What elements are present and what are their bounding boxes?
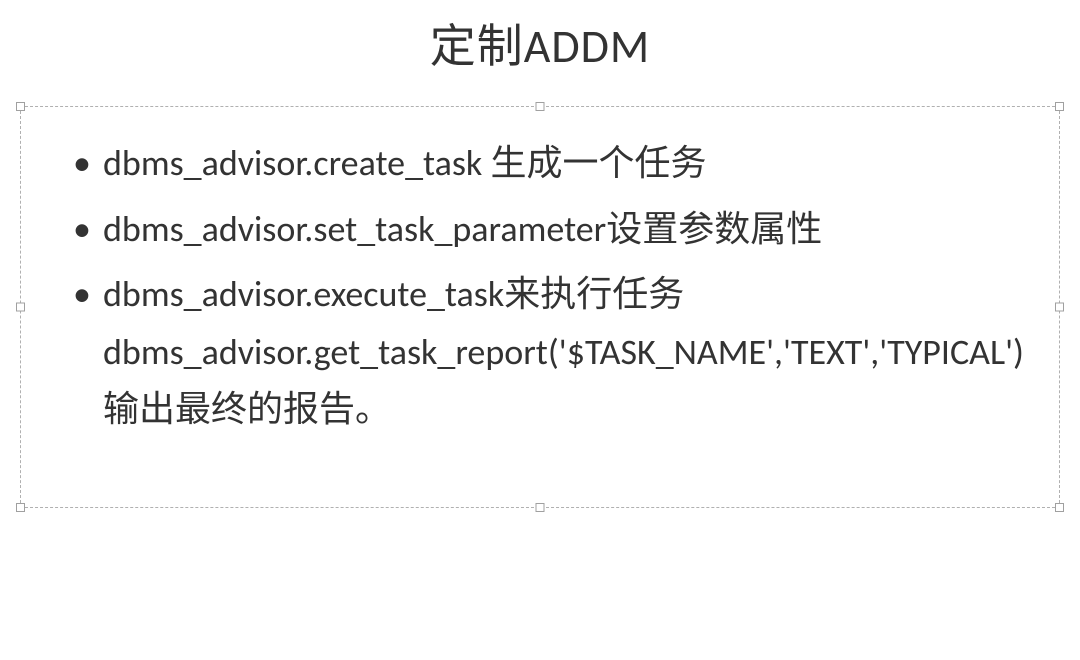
slide-title: 定制ADDM bbox=[20, 10, 1060, 76]
bullet-item: dbms_advisor.set_task_parameter设置参数属性 bbox=[61, 201, 1019, 259]
content-text-box[interactable]: dbms_advisor.create_task 生成一个任务 dbms_adv… bbox=[20, 106, 1060, 508]
slide-container: 定制ADDM dbms_advisor.create_task 生成一个任务 d… bbox=[0, 0, 1080, 660]
resize-handle-bottom-left[interactable] bbox=[16, 503, 25, 512]
resize-handle-middle-left[interactable] bbox=[16, 302, 25, 311]
resize-handle-top-left[interactable] bbox=[16, 102, 25, 111]
resize-handle-middle-right[interactable] bbox=[1055, 302, 1064, 311]
bullet-item: dbms_advisor.create_task 生成一个任务 bbox=[61, 135, 1019, 193]
bullet-item: dbms_advisor.execute_task来执行任务dbms_advis… bbox=[61, 266, 1019, 439]
resize-handle-top-middle[interactable] bbox=[536, 102, 545, 111]
bullet-list: dbms_advisor.create_task 生成一个任务 dbms_adv… bbox=[61, 135, 1019, 439]
resize-handle-top-right[interactable] bbox=[1055, 102, 1064, 111]
resize-handle-bottom-middle[interactable] bbox=[536, 503, 545, 512]
resize-handle-bottom-right[interactable] bbox=[1055, 503, 1064, 512]
